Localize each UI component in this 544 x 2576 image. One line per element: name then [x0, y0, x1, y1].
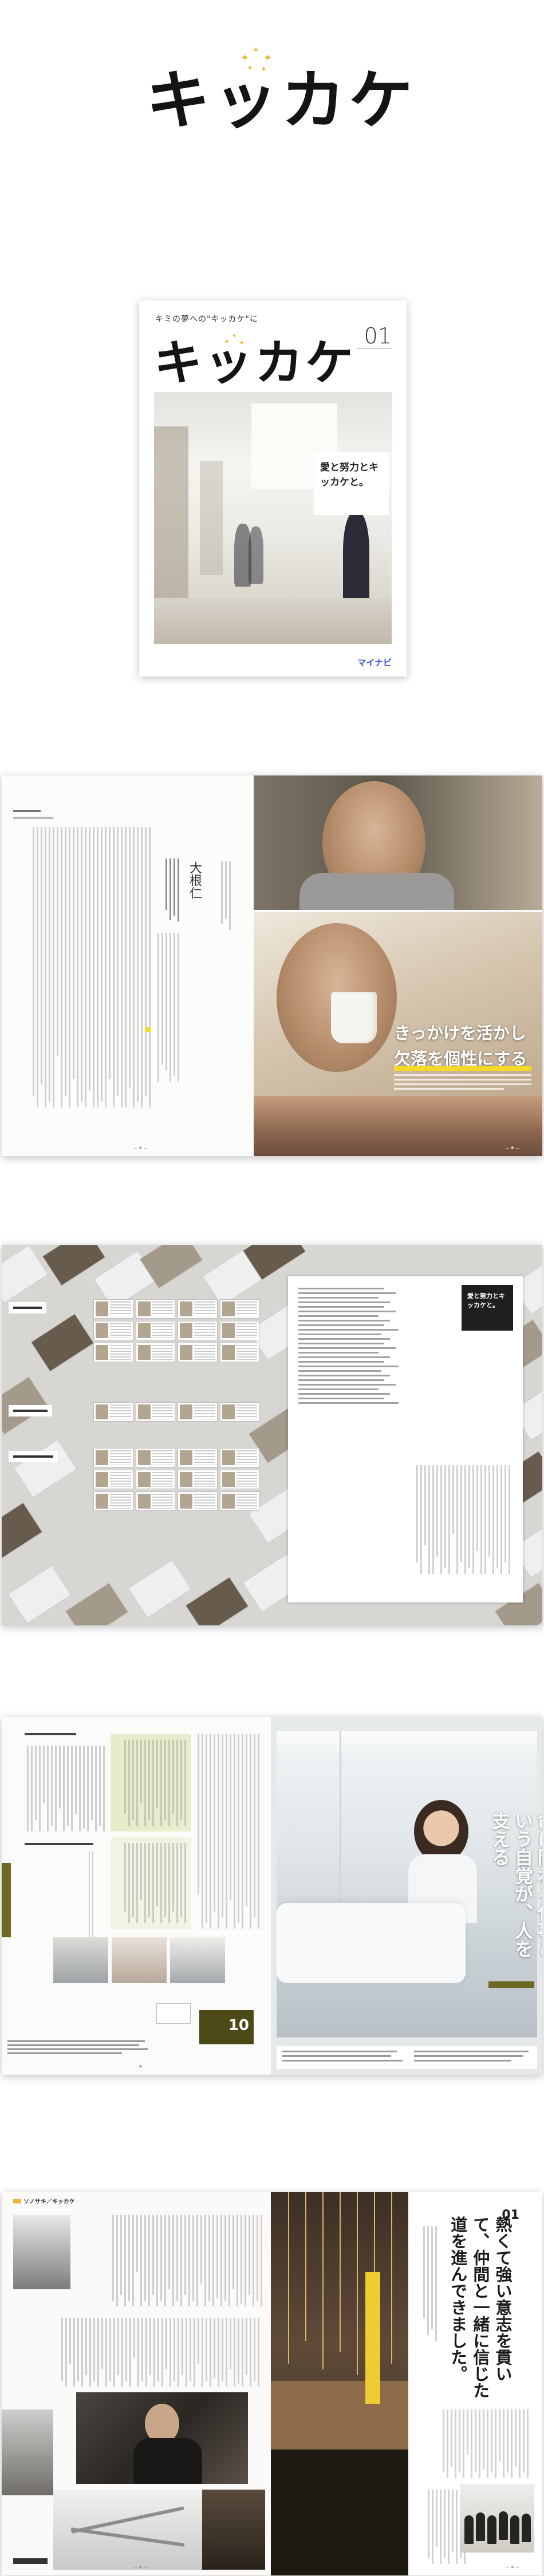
- work-photo: [76, 2392, 248, 2484]
- highlight-box: [111, 1837, 191, 1929]
- category-label: [9, 1405, 52, 1416]
- editorial-text: [298, 1465, 510, 1580]
- column-text: [196, 1734, 259, 1929]
- headline-highlight: [394, 1066, 531, 1071]
- magazine-cover: キミの夢への"キッカケ"に キッカケ ✦ ✦ ✦ 01 愛と努力とキッカケと。 …: [139, 300, 407, 676]
- sparkle-icon: ✦: [263, 52, 273, 64]
- body-text: [13, 2318, 259, 2387]
- right-page: 01 熱くて強い意志を貫いて、仲間と一緒に信じた道を進んできました。 — ❖ —: [271, 2192, 542, 2575]
- pull-quote-block: [156, 858, 179, 921]
- number-badge: 10: [199, 2010, 254, 2044]
- feature-headline: 命に関わる仕事という自覚が、人を支える: [489, 1811, 542, 1958]
- schedule-list: [25, 1851, 93, 1943]
- salon-interior-photo: [271, 2192, 408, 2575]
- scissors-photo: [53, 2490, 202, 2570]
- category-label: [9, 1451, 58, 1462]
- sparkle-icon: ✦: [232, 333, 237, 339]
- group-photo: [460, 2484, 534, 2553]
- lead-text: [394, 1074, 531, 1093]
- storefront-photo: [13, 2215, 70, 2289]
- brand-logo: キッカケ ✦ ✦ ✦ ✦ ✦: [146, 31, 413, 138]
- profile-text: [202, 861, 231, 930]
- thumbnail-grid: [93, 1402, 259, 1422]
- body-text: [414, 2409, 529, 2478]
- body-text: [79, 2215, 262, 2306]
- highlight-box: [111, 1734, 191, 1831]
- portrait-photo-top: [254, 775, 542, 910]
- section-tag: ソノサキ／キッカケ: [13, 2197, 82, 2205]
- page-number: — ❖ —: [505, 1146, 519, 1150]
- photo-strip: [53, 1937, 225, 1983]
- logo-wordmark: キッカケ: [146, 64, 416, 138]
- spread-index: 愛と努力とキッカケと。: [2, 1245, 542, 1625]
- page-number: — ❖ —: [133, 2064, 148, 2069]
- page-number: — ❖ —: [133, 1146, 148, 1150]
- street-photo: [2, 2409, 53, 2495]
- caption-tag: [488, 1981, 534, 1988]
- thumbnail-grid: [93, 1299, 259, 1362]
- spread-interview: 大根仁 — ❖ — きっかけを活かし 欠落を個性にする — ❖ —: [2, 775, 542, 1156]
- career-headline: 熱くて強い意志を貫いて、仲間と一緒に信じた道を進んできました。: [448, 2216, 513, 2399]
- page-number: — ❖ —: [133, 2565, 148, 2570]
- interviewee-name: 大根仁: [187, 861, 202, 899]
- page-number: — ❖ —: [505, 2565, 519, 2570]
- section-tab: [2, 1863, 11, 1937]
- body-text-block: [13, 827, 151, 1107]
- contents-title-box: 愛と努力とキッカケと。: [462, 1285, 513, 1331]
- spread-career: ソノサキ／キッカケ — ❖ — 01 熱くて強い意志を貫いて、仲間と一緒に信じた…: [2, 2192, 542, 2575]
- publisher-logo: マイナビ: [357, 658, 392, 668]
- sparkle-icon: ✦: [247, 64, 253, 73]
- left-page: 10 — ❖ —: [2, 1717, 271, 2075]
- spread-feature: 10 — ❖ — 命に関わる仕事という自覚が、人を支える: [2, 1717, 542, 2075]
- category-label: [9, 1302, 46, 1313]
- sparkle-icon: ✦: [239, 339, 245, 347]
- sparkle-icon: ✦: [224, 338, 230, 346]
- right-page: 命に関わる仕事という自覚が、人を支える: [271, 1717, 542, 2075]
- issue-number: 01: [364, 323, 392, 349]
- profile-text: [414, 2226, 437, 2341]
- label-box: [156, 2003, 191, 2024]
- side-text-block: [156, 933, 179, 1082]
- sparkle-icon: ✦: [241, 52, 250, 64]
- portrait-photo: [202, 2490, 265, 2570]
- thumbnail-grid: [93, 1448, 259, 1511]
- issue-rule: [357, 349, 392, 371]
- contents-page: 愛と努力とキッカケと。: [288, 1276, 523, 1602]
- left-page: 大根仁 — ❖ —: [2, 775, 254, 1156]
- cover-photo: [154, 392, 392, 644]
- closeup-photo: [254, 1096, 542, 1156]
- sparkle-icon: ✦: [261, 65, 267, 74]
- sparkle-icon: ✦: [253, 46, 259, 55]
- intro-text: [25, 1746, 105, 1831]
- cover-title: キッカケ: [154, 335, 356, 391]
- article-headline: きっかけを活かし 欠落を個性にする: [394, 1023, 527, 1069]
- lead-box: [277, 2046, 537, 2069]
- right-page: きっかけを活かし 欠落を個性にする — ❖ —: [254, 775, 542, 1156]
- photo-caption: [7, 2040, 156, 2056]
- cover-lead-copy: 愛と努力とキッカケと。: [314, 452, 389, 515]
- highlight-strip: [365, 2272, 380, 2404]
- cover-tagline: キミの夢への"キッカケ"に: [155, 315, 258, 324]
- body-text: [414, 2490, 466, 2564]
- left-page: ソノサキ／キッカケ — ❖ —: [2, 2192, 271, 2575]
